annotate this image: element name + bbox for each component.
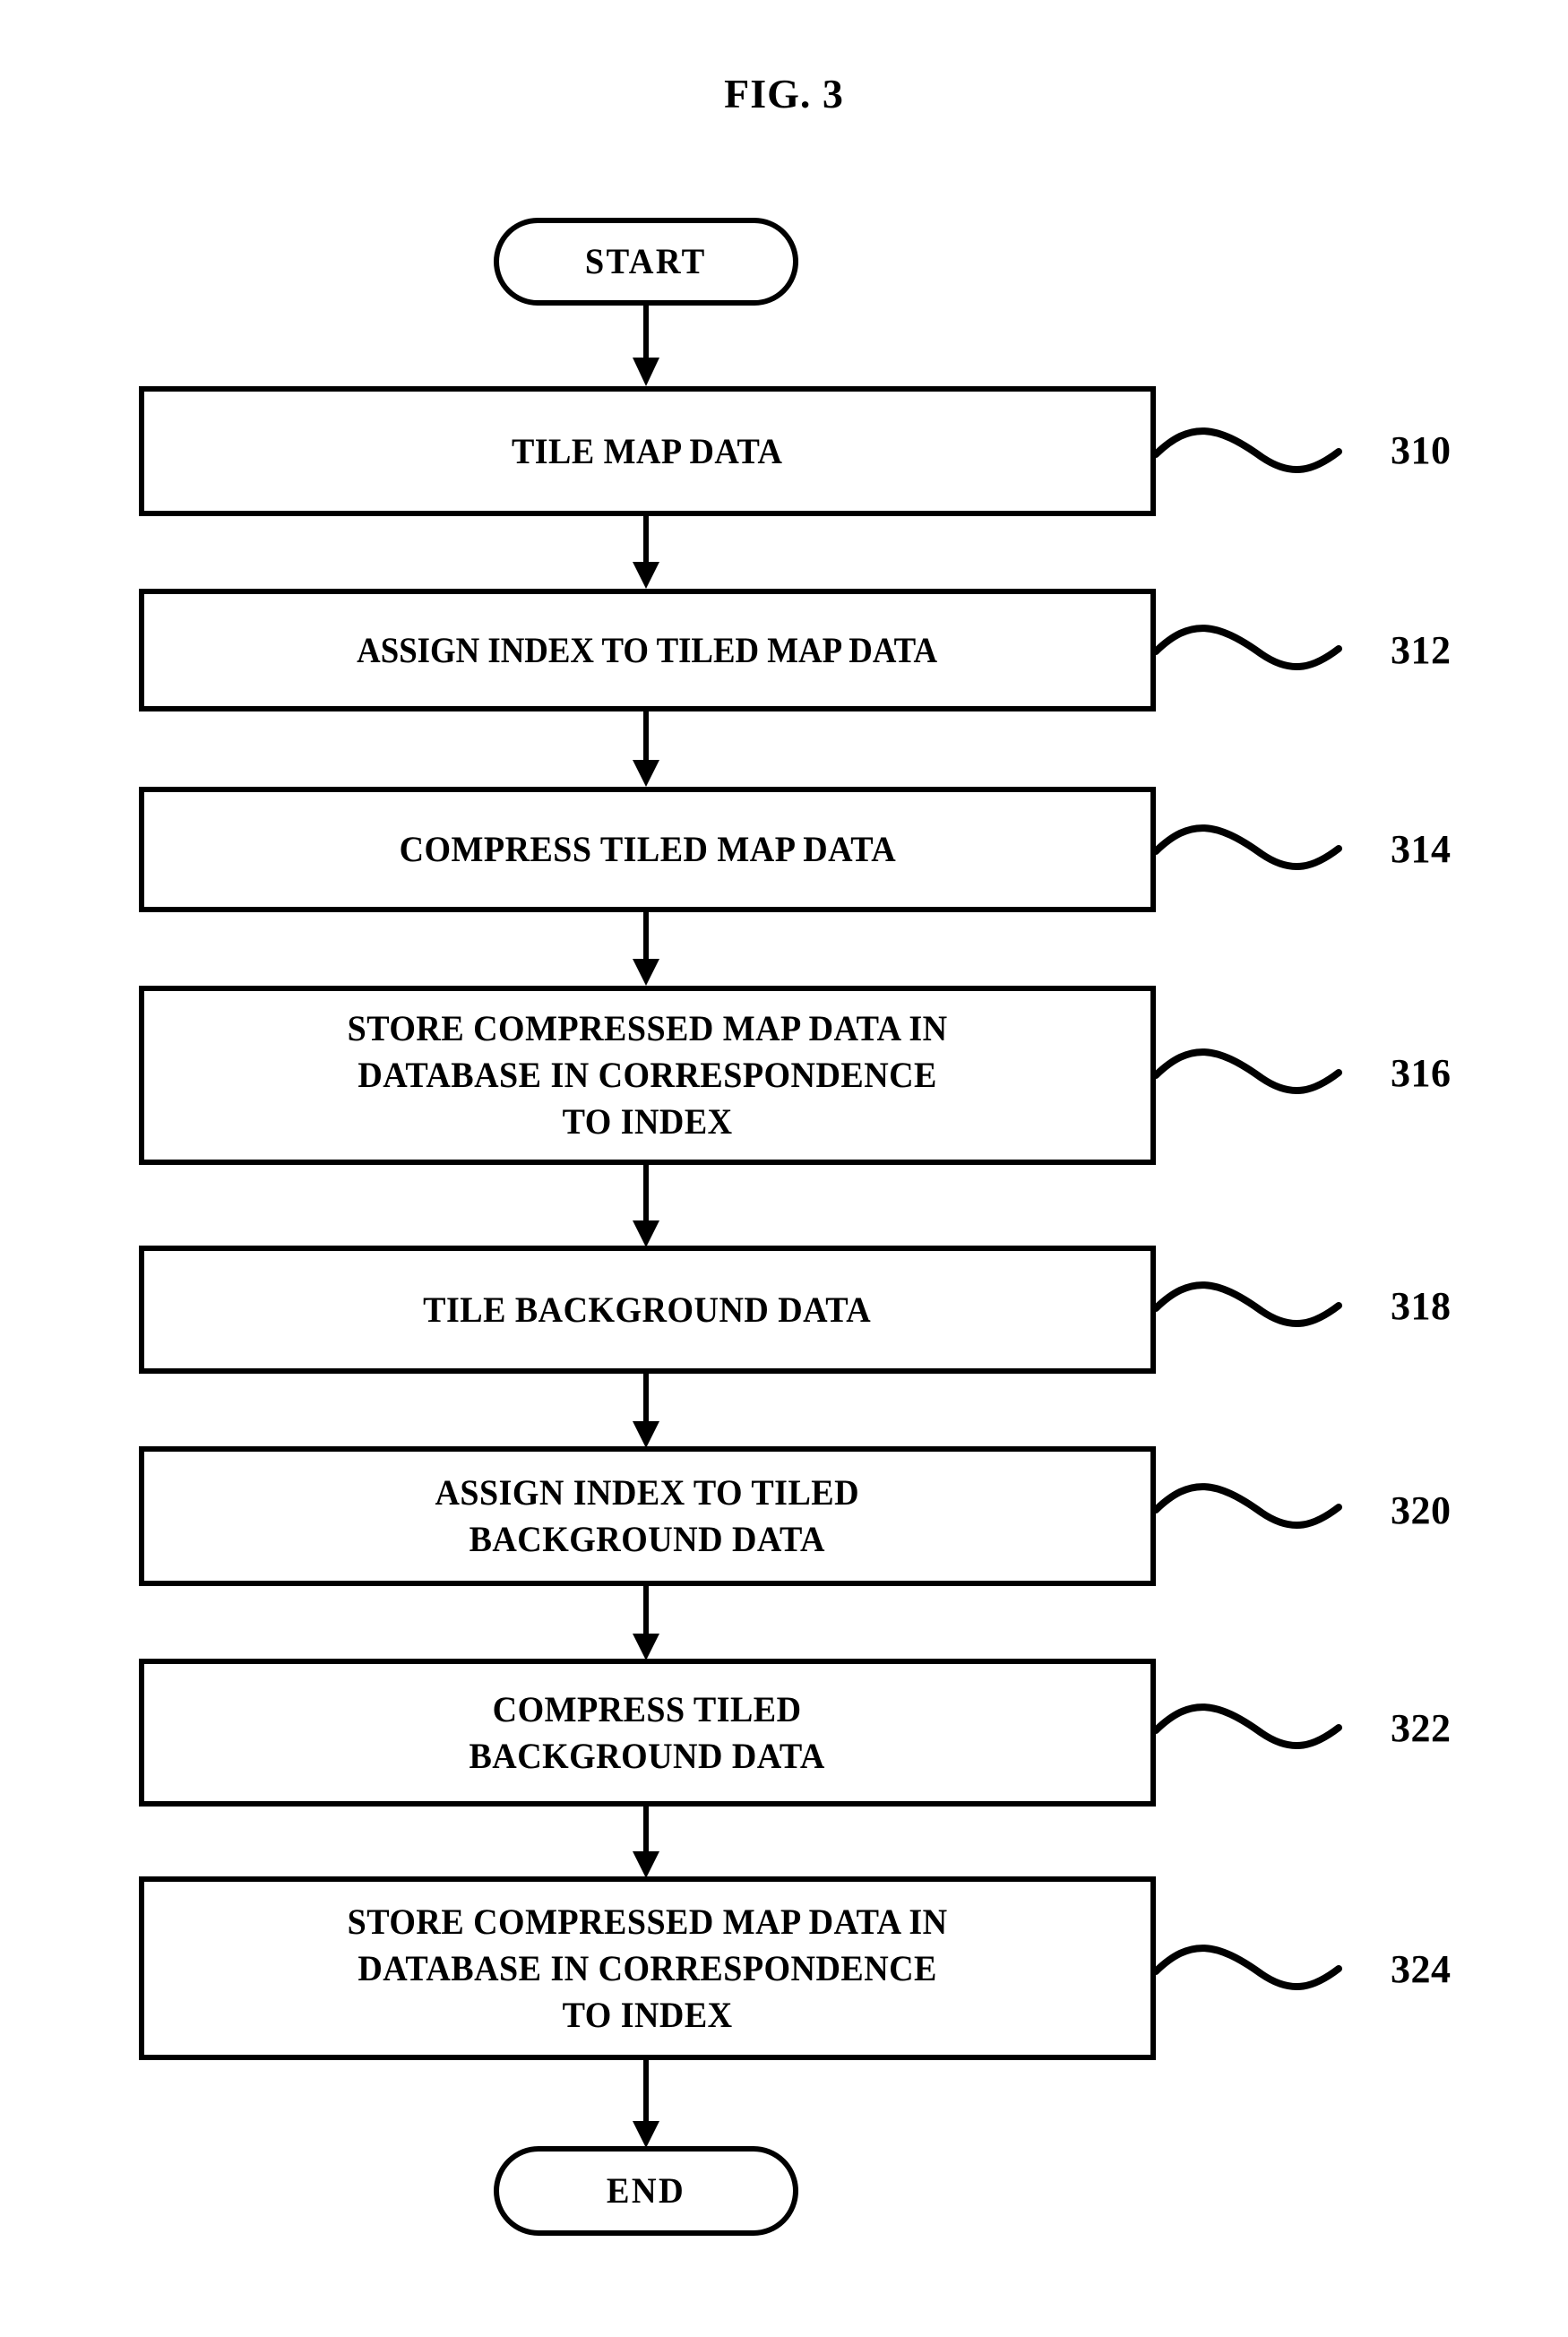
- reference-numeral-312: 312: [1391, 628, 1452, 672]
- process-box-316: STORE COMPRESSED MAP DATA IN DATABASE IN…: [139, 986, 1156, 1165]
- reference-numeral-320: 320: [1391, 1488, 1452, 1532]
- process-box-314: COMPRESS TILED MAP DATA: [139, 787, 1156, 912]
- process-box-318: TILE BACKGROUND DATA: [139, 1246, 1156, 1374]
- process-box-320-label: ASSIGN INDEX TO TILED BACKGROUND DATA: [435, 1472, 860, 1559]
- process-box-314-label: COMPRESS TILED MAP DATA: [399, 829, 896, 869]
- leader-line-320: [1154, 1461, 1378, 1559]
- process-box-324-label: STORE COMPRESSED MAP DATA IN DATABASE IN…: [347, 1901, 948, 2035]
- connector-320-to-322: [625, 1586, 667, 1662]
- end-label: END: [606, 2170, 686, 2211]
- start-terminal: START: [494, 218, 798, 306]
- start-label: START: [585, 241, 707, 281]
- connector-310-to-312: [625, 516, 667, 591]
- patent-figure: FIG. 3 START TILE MAP DATA 310 ASSIGN IN…: [0, 0, 1568, 2337]
- figure-title: FIG. 3: [724, 71, 844, 116]
- leader-line-312: [1154, 602, 1378, 701]
- leader-line-316: [1154, 1026, 1378, 1125]
- process-box-320: ASSIGN INDEX TO TILED BACKGROUND DATA: [139, 1446, 1156, 1586]
- connector-324-to-end: [625, 2060, 667, 2150]
- connector-start-to-310: [625, 306, 667, 388]
- leader-line-324: [1154, 1922, 1378, 2021]
- process-box-318-label: TILE BACKGROUND DATA: [423, 1289, 872, 1330]
- reference-numeral-310: 310: [1391, 428, 1452, 472]
- process-box-310: TILE MAP DATA: [139, 386, 1156, 516]
- reference-numeral-322: 322: [1391, 1706, 1452, 1750]
- process-box-324: STORE COMPRESSED MAP DATA IN DATABASE IN…: [139, 1876, 1156, 2060]
- connector-316-to-318: [625, 1165, 667, 1249]
- process-box-310-label: TILE MAP DATA: [512, 430, 783, 471]
- end-terminal: END: [494, 2146, 798, 2236]
- process-box-316-label: STORE COMPRESSED MAP DATA IN DATABASE IN…: [347, 1008, 948, 1142]
- connector-314-to-316: [625, 912, 667, 987]
- reference-numeral-316: 316: [1391, 1051, 1452, 1095]
- leader-line-322: [1154, 1681, 1378, 1780]
- process-box-312: ASSIGN INDEX TO TILED MAP DATA: [139, 589, 1156, 711]
- process-box-312-label: ASSIGN INDEX TO TILED MAP DATA: [357, 629, 938, 670]
- reference-numeral-318: 318: [1391, 1284, 1452, 1328]
- connector-312-to-314: [625, 711, 667, 789]
- process-box-322-label: COMPRESS TILED BACKGROUND DATA: [469, 1688, 826, 1776]
- leader-line-318: [1154, 1259, 1378, 1358]
- process-box-322: COMPRESS TILED BACKGROUND DATA: [139, 1659, 1156, 1807]
- reference-numeral-314: 314: [1391, 827, 1452, 871]
- connector-318-to-320: [625, 1374, 667, 1450]
- reference-numeral-324: 324: [1391, 1947, 1452, 1991]
- leader-line-310: [1154, 405, 1378, 504]
- connector-322-to-324: [625, 1807, 667, 1880]
- leader-line-314: [1154, 802, 1378, 901]
